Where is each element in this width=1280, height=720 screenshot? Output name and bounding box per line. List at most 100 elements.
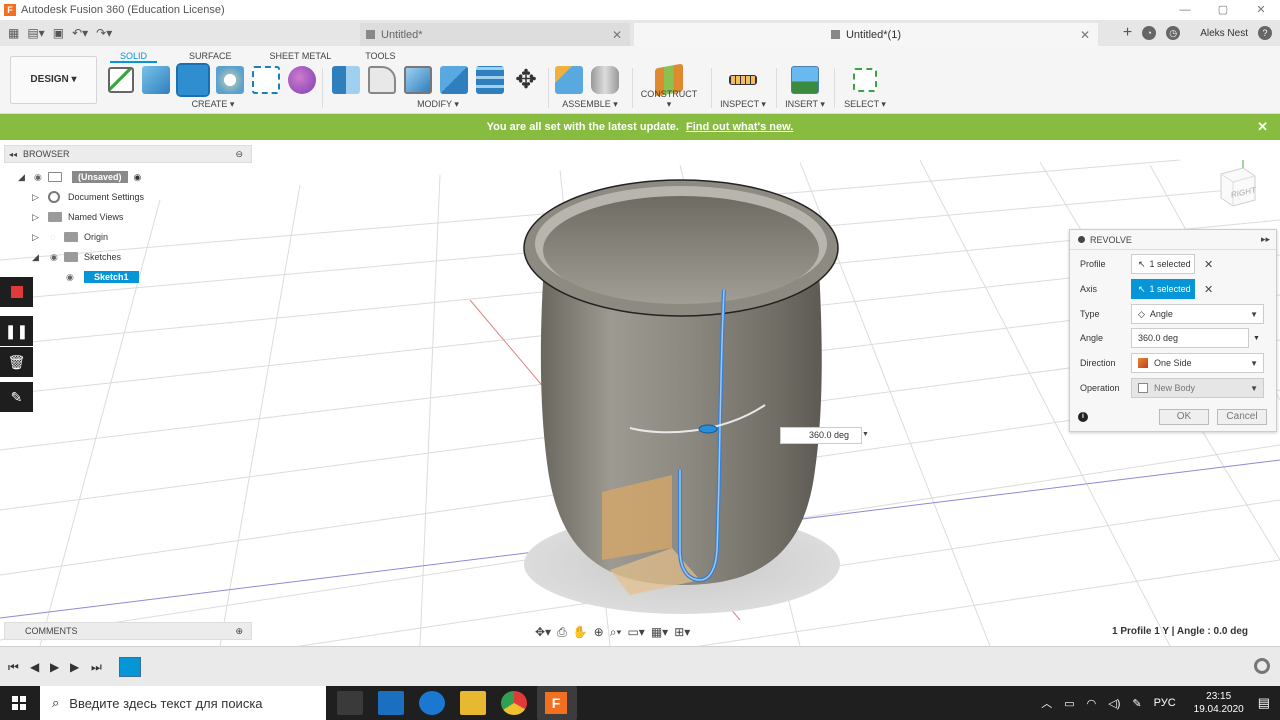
extrude-icon[interactable] [142, 66, 170, 94]
fusion-taskbar-button[interactable]: F [537, 686, 577, 720]
pause-button[interactable]: ❚❚ [0, 316, 33, 346]
collapse-icon[interactable]: ◢ [18, 172, 28, 183]
tree-item-sketches[interactable]: ◢ ◉ Sketches [32, 249, 121, 265]
browser-panel-header[interactable]: ◂◂ BROWSER ⊖ [4, 145, 252, 163]
insert-menu[interactable]: INSERT ▾ [782, 99, 828, 110]
minimize-button[interactable]: — [1166, 0, 1204, 20]
activate-radio-icon[interactable]: ◉ [134, 172, 142, 183]
app-grid-icon[interactable]: ▦ [8, 26, 19, 40]
close-notification-icon[interactable]: ✕ [1257, 114, 1268, 140]
angle-input[interactable]: 360.0 deg [1131, 328, 1249, 348]
orbit-icon[interactable]: ✥▾ [535, 625, 551, 639]
tree-item-origin[interactable]: ▷ ◌ Origin [32, 229, 108, 245]
angle-manipulator-handle[interactable] [698, 424, 718, 434]
add-comment-icon[interactable]: ⊕ [235, 623, 243, 639]
view-cube[interactable]: RIGHT [1213, 160, 1259, 212]
ok-button[interactable]: OK [1159, 409, 1209, 425]
collapse-browser-icon[interactable]: ◂◂ [9, 150, 17, 159]
tab-untitled-1[interactable]: Untitled*(1) ✕ [634, 23, 1098, 46]
step-forward-icon[interactable]: ▶ [70, 660, 79, 674]
press-pull-icon[interactable] [332, 66, 360, 94]
user-name[interactable]: Aleks Nest [1200, 28, 1248, 39]
inspect-menu[interactable]: INSPECT ▾ [716, 99, 770, 110]
joint-icon[interactable] [591, 66, 619, 94]
notification-center-icon[interactable]: ▤ [1258, 695, 1270, 711]
visibility-eye-icon[interactable]: ◉ [34, 172, 48, 183]
redo-icon[interactable]: ↷▾ [96, 26, 112, 40]
wifi-icon[interactable]: ◠ [1087, 697, 1097, 710]
dialog-header[interactable]: REVOLVE ▸▸ [1070, 230, 1276, 250]
zoom-icon[interactable]: ⊕ [594, 625, 604, 639]
split-body-icon[interactable] [476, 66, 504, 94]
tree-item-named-views[interactable]: ▷ Named Views [32, 209, 123, 225]
pattern-icon[interactable] [252, 66, 280, 94]
clock[interactable]: 23:15 19.04.2020 [1194, 690, 1244, 716]
hole-icon[interactable] [216, 66, 244, 94]
tab-untitled[interactable]: Untitled* ✕ [360, 23, 630, 46]
create-sketch-icon[interactable] [108, 67, 134, 93]
chevron-down-icon[interactable]: ▼ [1253, 335, 1260, 342]
create-form-icon[interactable] [288, 66, 316, 94]
dialog-expand-icon[interactable]: ▸▸ [1261, 234, 1270, 245]
timeline-settings-icon[interactable] [1254, 658, 1270, 674]
edge-icon[interactable] [419, 691, 445, 715]
go-to-start-icon[interactable]: ⏮ [8, 660, 19, 675]
language-indicator[interactable]: РУС [1154, 697, 1176, 709]
new-component-icon[interactable] [555, 66, 583, 94]
visibility-hidden-icon[interactable]: ◌ [50, 232, 64, 242]
play-icon[interactable]: ▶ [50, 660, 59, 674]
modify-menu[interactable]: MODIFY ▾ [332, 99, 544, 110]
volume-icon[interactable]: ◁) [1108, 697, 1120, 710]
fit-icon[interactable]: ⌕▾ [610, 625, 622, 640]
timeline-sketch-item[interactable] [119, 657, 141, 677]
trash-icon[interactable]: 🗑 [0, 347, 33, 377]
tab-sheet-metal[interactable]: SHEET METAL [260, 49, 342, 63]
pen-tool-icon[interactable]: ✎ [0, 382, 33, 412]
look-at-icon[interactable]: ⎙ [557, 625, 567, 640]
job-status-icon[interactable]: ◔ [1142, 26, 1157, 40]
tab-solid[interactable]: SOLID [110, 49, 158, 63]
store-icon[interactable] [337, 691, 363, 715]
tree-root[interactable]: ◢ ◉ (Unsaved) ◉ [18, 169, 141, 185]
tray-expand-icon[interactable]: ︿ [1041, 695, 1052, 711]
step-back-icon[interactable]: ◀ [30, 660, 39, 674]
close-tab-icon[interactable]: ✕ [612, 28, 622, 42]
windows-start-icon[interactable] [12, 696, 26, 710]
assemble-menu[interactable]: ASSEMBLE ▾ [555, 99, 625, 110]
pen-icon[interactable]: ✎ [1132, 697, 1141, 710]
select-menu[interactable]: SELECT ▾ [840, 99, 890, 110]
collapse-icon[interactable]: ◢ [32, 252, 42, 263]
maximize-button[interactable]: ▢ [1204, 0, 1242, 20]
file-explorer-icon[interactable] [460, 691, 486, 715]
file-menu-icon[interactable]: ▤▾ [27, 26, 44, 40]
close-tab-icon[interactable]: ✕ [1080, 28, 1090, 42]
tree-item-sketch1[interactable]: ◉ Sketch1 [66, 269, 139, 285]
expand-icon[interactable]: ▷ [32, 232, 42, 243]
cancel-button[interactable]: Cancel [1217, 409, 1267, 425]
save-icon[interactable]: ▣ [53, 26, 64, 40]
axis-selector[interactable]: ↖ 1 selected [1131, 279, 1195, 299]
browser-options-icon[interactable]: ⊖ [235, 149, 243, 160]
create-menu[interactable]: CREATE ▾ [108, 99, 318, 110]
display-settings-icon[interactable]: ▭▾ [627, 625, 644, 639]
info-icon[interactable]: i [1078, 412, 1088, 422]
go-to-end-icon[interactable]: ⏭ [91, 660, 102, 675]
chrome-icon[interactable] [501, 691, 527, 715]
tree-item-document-settings[interactable]: ▷ Document Settings [32, 189, 144, 205]
comments-panel[interactable]: COMMENTS ⊕ [4, 622, 252, 640]
visibility-eye-icon[interactable]: ◉ [66, 272, 80, 283]
expand-icon[interactable]: ▷ [32, 192, 42, 203]
insert-image-icon[interactable] [791, 66, 819, 94]
move-icon[interactable]: ✥ [512, 66, 540, 94]
grid-settings-icon[interactable]: ▦▾ [651, 625, 668, 639]
undo-icon[interactable]: ↶▾ [72, 26, 88, 40]
revolve-icon[interactable] [176, 63, 210, 97]
network-icon[interactable]: ▭ [1064, 697, 1074, 710]
fillet-icon[interactable] [368, 66, 396, 94]
help-icon[interactable]: ? [1258, 26, 1272, 40]
window-select-icon[interactable] [853, 68, 877, 92]
angle-manipulator-input[interactable]: 360.0 deg [780, 427, 862, 444]
expand-icon[interactable]: ▷ [32, 212, 42, 223]
construct-menu[interactable]: CONSTRUCT ▾ [638, 89, 700, 110]
dialog-collapse-icon[interactable] [1078, 236, 1085, 243]
